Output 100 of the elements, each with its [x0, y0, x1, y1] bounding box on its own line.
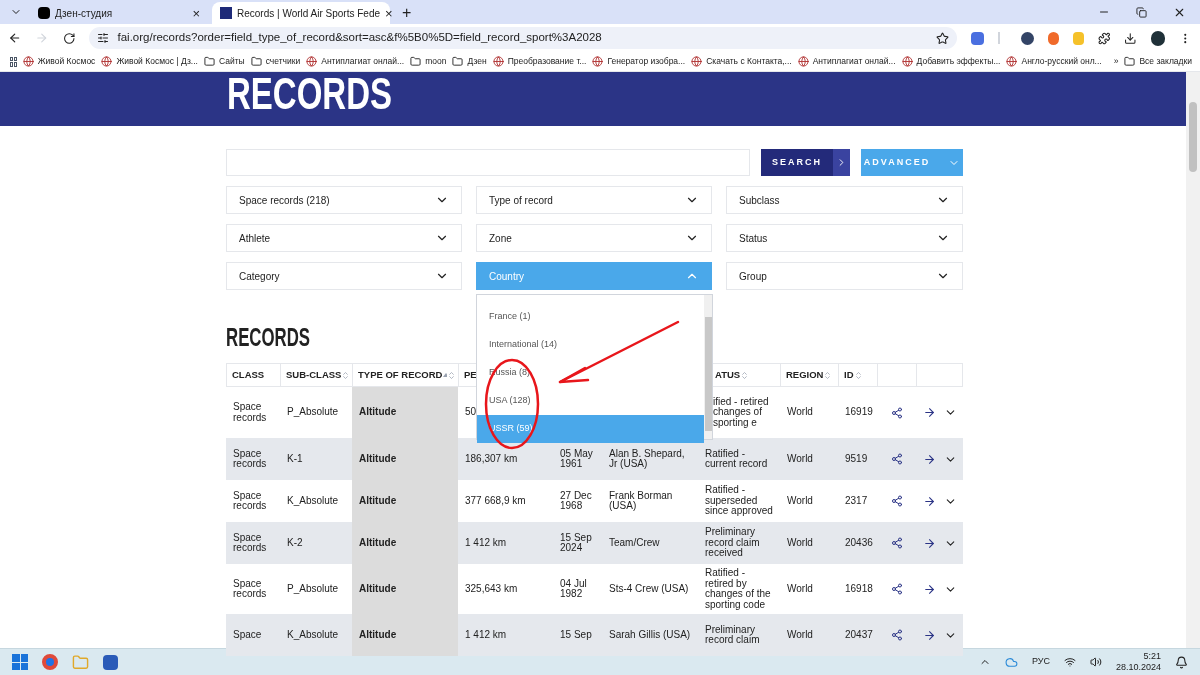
table-cell: World [787, 629, 813, 641]
share-icon[interactable] [890, 629, 903, 641]
table-cell-text: ified - retired changes of sporting e [713, 396, 770, 429]
language-indicator[interactable]: РУС [1031, 655, 1050, 669]
page-scrollbar[interactable] [1186, 72, 1200, 648]
browser-app-icon[interactable] [42, 654, 58, 670]
bookmark[interactable]: Антиплагиат онлай... [797, 55, 896, 68]
table-cell: Altitude [359, 583, 397, 595]
table-cell: Altitude [359, 453, 397, 465]
wifi-icon[interactable] [1063, 656, 1076, 668]
clock-time[interactable]: 5:21 [1143, 651, 1161, 662]
site-settings-icon[interactable] [97, 32, 110, 44]
share-icon[interactable] [890, 537, 903, 549]
column-header[interactable]: SUB-CLASS [281, 364, 353, 386]
bookmark[interactable]: Дзен [452, 55, 487, 68]
more-bookmarks-button[interactable]: » [1113, 55, 1119, 68]
folder-icon [250, 56, 262, 67]
bookmark[interactable]: moon [410, 55, 447, 68]
all-bookmarks-link[interactable]: Все закладки [1139, 55, 1192, 68]
cloud-icon[interactable] [1004, 655, 1018, 669]
back-icon[interactable] [8, 31, 22, 45]
apps-icon[interactable] [10, 56, 17, 67]
filter-label: Status [739, 231, 768, 246]
filter-dropdown[interactable]: Status [726, 224, 963, 252]
column-header[interactable]: ID [839, 364, 878, 386]
arrow-right-icon[interactable] [922, 582, 936, 596]
reload-icon[interactable] [62, 31, 76, 45]
table-cell: K-1 [287, 453, 303, 465]
table-cell-text: Preliminary record claim received [705, 527, 761, 559]
filter-dropdown[interactable]: Subclass [726, 186, 963, 214]
speaker-icon[interactable] [1089, 656, 1102, 668]
share-icon[interactable] [890, 495, 903, 507]
filter-dropdown[interactable]: Category [226, 262, 462, 290]
bookmark[interactable]: Живой Космос | Дз... [101, 55, 198, 68]
tab-close-button[interactable]: × [385, 6, 393, 20]
table-cell: 1 412 km [465, 629, 507, 641]
table-cell: Team/Crew [609, 537, 660, 549]
table-cell: World [787, 495, 813, 507]
table-cell: Space [233, 629, 262, 641]
table-cell: 20436 [845, 537, 873, 549]
filter-dropdown[interactable]: Zone [476, 224, 712, 252]
avatar-icon[interactable] [1151, 30, 1166, 46]
tab-close-button[interactable]: × [192, 6, 200, 20]
bookmark[interactable]: Преобразование т... [492, 55, 587, 68]
bookmark[interactable]: Антиплагиат онлай... [306, 55, 405, 68]
column-header[interactable]: REGION [781, 364, 839, 386]
table-cell-text: Ratified - superseded since approved [705, 485, 774, 517]
globe-icon [797, 56, 809, 67]
address-bar[interactable]: fai.org/records?order=field_type_of_record&sort=asc&f%5B0%5D=field_record_sport%3A2028 [89, 27, 958, 49]
globe-icon [592, 56, 604, 67]
table-cell-text: Space records [233, 448, 268, 470]
filter-label: Category [239, 269, 280, 284]
search-field[interactable] [226, 149, 750, 176]
dropdown-option[interactable]: USA (128) [477, 387, 704, 415]
table-cell-text: 04 Jul 1982 [560, 578, 588, 600]
close-icon[interactable] [1173, 6, 1186, 19]
arrow-right-icon[interactable] [922, 494, 936, 508]
bookmark[interactable]: Англо-русский онл... [1006, 55, 1102, 68]
filter-dropdown[interactable]: Type of record [476, 186, 712, 214]
table-cell: 1 412 km [465, 537, 507, 549]
column-header[interactable]: TYPE OF RECORD [353, 364, 459, 386]
new-tab-button[interactable]: + [402, 5, 412, 21]
extension-icon[interactable] [1021, 31, 1034, 45]
clock-date[interactable]: 28.10.2024 [1115, 662, 1161, 673]
puzzle-icon[interactable] [1097, 31, 1111, 45]
search-button[interactable]: SEARCH [761, 149, 850, 176]
bookmark[interactable]: Генератор изобра... [592, 55, 686, 68]
arrow-right-icon[interactable] [922, 452, 936, 466]
browser-tab[interactable]: Дзен-студия × [30, 2, 208, 24]
dropdown-option[interactable]: France (1) [477, 303, 704, 331]
bookmark[interactable]: Сайты [203, 55, 245, 68]
bookmark[interactable]: счетчики [250, 55, 301, 68]
column-header[interactable]: CLASS [227, 364, 281, 386]
share-icon[interactable] [890, 406, 903, 419]
document-app-icon[interactable] [103, 654, 118, 670]
windows-start-icon[interactable] [12, 654, 28, 670]
share-icon[interactable] [890, 453, 903, 465]
bookmark-label: Живой Космос [37, 55, 96, 68]
share-icon[interactable] [890, 583, 903, 595]
filter-dropdown[interactable]: Space records (218) [226, 186, 462, 214]
filter-dropdown[interactable]: Group [726, 262, 963, 290]
arrow-right-icon[interactable] [922, 406, 936, 419]
star-icon[interactable] [936, 31, 950, 45]
sort-ascending-icon [443, 373, 447, 377]
dropdown-option[interactable]: International (14) [477, 331, 704, 359]
table-cell: 377 668,9 km [465, 495, 526, 507]
filter-dropdown[interactable]: Athlete [226, 224, 462, 252]
bookmark[interactable]: Живой Космос [22, 55, 96, 68]
notification-icon[interactable] [1175, 655, 1188, 669]
restore-icon[interactable] [1136, 7, 1147, 18]
arrow-right-icon[interactable] [922, 536, 936, 550]
globe-icon [1006, 56, 1018, 67]
scrollbar[interactable] [704, 295, 712, 439]
arrow-right-icon[interactable] [922, 628, 936, 642]
table-cell-text: 27 Dec 1968 [560, 490, 593, 512]
browser-tab[interactable]: Records | World Air Sports Fede × [212, 2, 390, 24]
table-cell: 2317 [845, 495, 868, 507]
download-icon[interactable] [1124, 31, 1137, 45]
table-cell: 50 [465, 407, 477, 418]
table-cell: 9519 [845, 453, 868, 465]
